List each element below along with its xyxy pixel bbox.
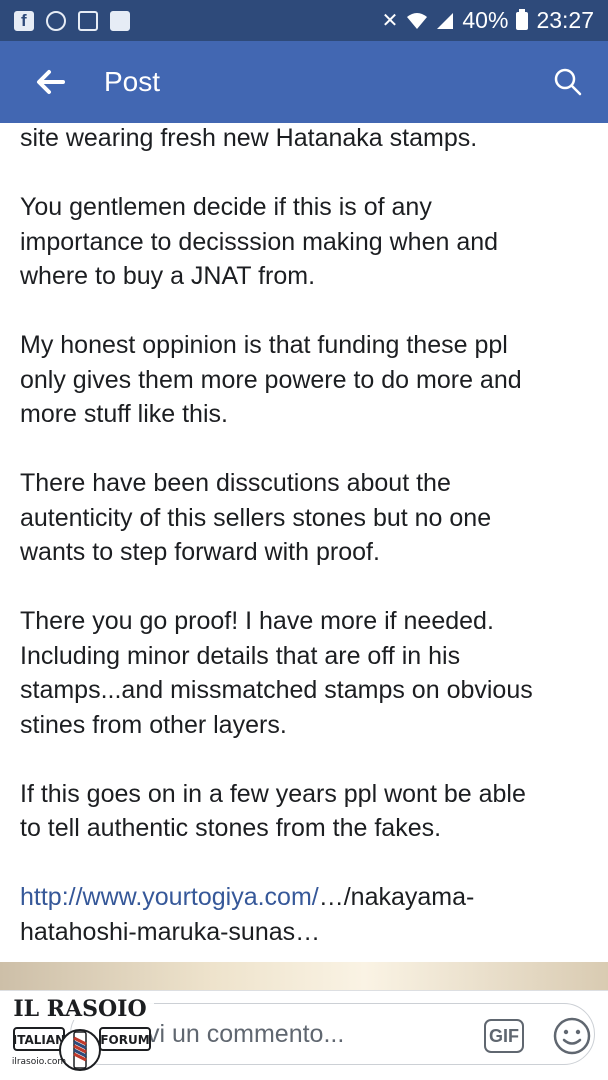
search-icon: [554, 68, 582, 96]
mute-icon: ✕: [381, 10, 399, 32]
signal-icon: [437, 12, 454, 29]
status-bar: ✕ 40% 23:27: [0, 0, 608, 41]
clock: 23:27: [536, 7, 594, 33]
forum-watermark-logo: IL RASOIO ITALIAN FORUM ilrasoio.com: [6, 994, 154, 1071]
back-button[interactable]: [26, 58, 74, 106]
watermark-right: FORUM: [100, 1033, 149, 1047]
post-link[interactable]: http://www.yourtogiya.com/…/nakayama- ha…: [20, 880, 595, 949]
battery-icon: [516, 8, 529, 30]
watermark-left: ITALIAN: [13, 1033, 65, 1047]
post-body: site wearing fresh new Hatanaka stamps. …: [20, 123, 595, 958]
facebook-icon: [14, 10, 34, 31]
post-paragraph: My honest oppinion is that funding these…: [20, 331, 522, 428]
back-arrow-icon: [37, 70, 65, 94]
messenger-icon: [46, 10, 66, 31]
search-button[interactable]: [546, 60, 590, 104]
watermark-site: ilrasoio.com: [12, 1057, 66, 1067]
post-paragraph: site wearing fresh new Hatanaka stamps.: [20, 124, 478, 152]
notification-icons: [14, 10, 130, 31]
app-header: Post: [0, 41, 608, 123]
gif-button[interactable]: GIF: [484, 1019, 524, 1053]
watermark-title: IL RASOIO: [13, 996, 146, 1022]
emoji-icon[interactable]: [552, 1016, 592, 1056]
flipboard-icon: [110, 10, 130, 31]
battery-percent: 40%: [462, 7, 509, 33]
post-paragraph: If this goes on in a few years ppl wont …: [20, 779, 526, 843]
comment-placeholder: vi un commento...: [147, 1019, 345, 1048]
post-paragraph: You gentlemen decide if this is of any i…: [20, 193, 499, 290]
gallery-icon: [78, 10, 98, 31]
post-paragraph: There have been disscutions about the au…: [20, 469, 492, 566]
system-status: ✕ 40% 23:27: [382, 7, 594, 34]
wifi-icon: [407, 12, 428, 29]
post-link-url[interactable]: http://www.yourtogiya.com/: [20, 883, 319, 911]
page-title: Post: [104, 66, 161, 97]
post-paragraph: There you go proof! I have more if neede…: [20, 607, 533, 739]
